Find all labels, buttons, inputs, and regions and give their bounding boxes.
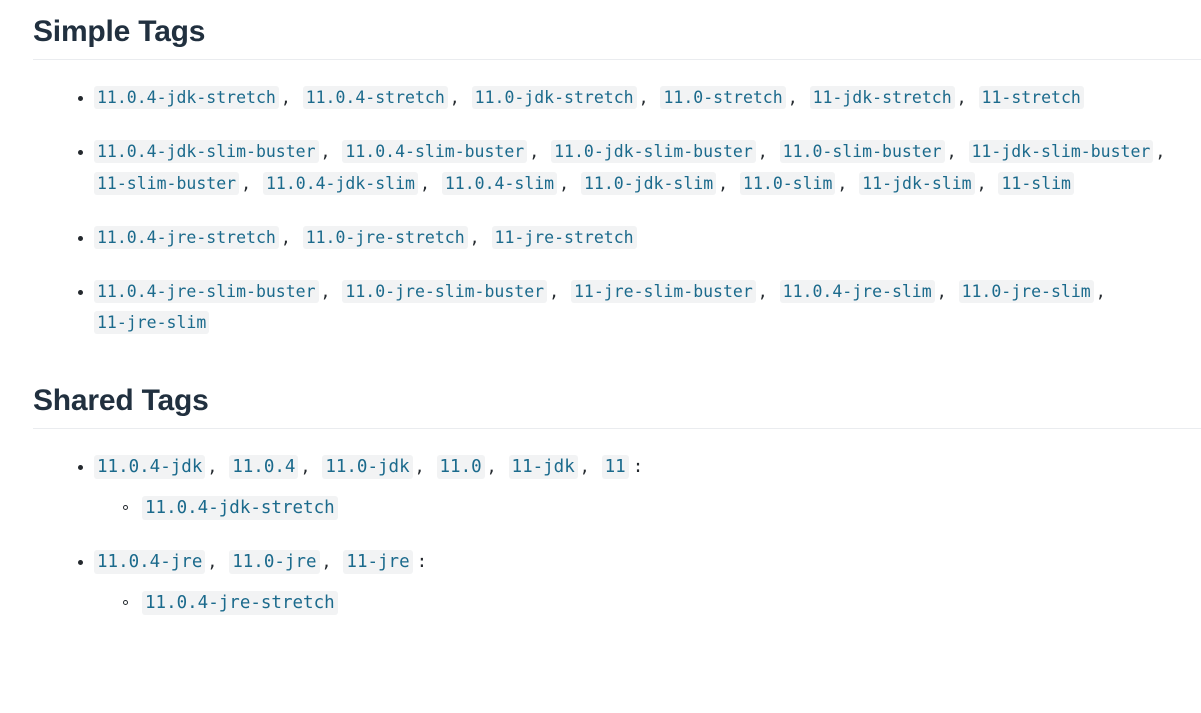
list-item: 11.0.4-jdk-stretch — [94, 493, 1201, 524]
list-item: 11.0.4-jre, 11.0-jre, 11-jre: 11.0.4-jre… — [33, 546, 1201, 619]
tag-separator: , — [549, 282, 569, 301]
tag-separator: , — [280, 228, 301, 247]
tag-chip: 11-slim-buster — [94, 172, 240, 195]
list-item: 11.0.4-jdk, 11.0.4, 11.0-jdk, 11.0, 11-j… — [33, 451, 1201, 524]
tag-separator: , — [300, 457, 321, 476]
tag-chip: 11.0-jdk-slim-buster — [551, 140, 756, 163]
tag-separator: , — [976, 174, 997, 193]
tag-chip: 11.0.4-jdk-slim-buster — [94, 140, 319, 163]
tag-chip: 11.0.4-jdk-stretch — [94, 86, 279, 109]
tag-separator: , — [207, 457, 228, 476]
list-item: 11.0.4-jdk-slim-buster, 11.0.4-slim-bust… — [33, 136, 1201, 200]
tag-chip: 11 — [601, 455, 629, 479]
tag-group-colon: : — [416, 552, 428, 572]
tag-chip: 11-jre — [343, 550, 413, 574]
shared-tag-group-0: 11.0.4-jdk, 11.0.4, 11.0-jdk, 11.0, 11-j… — [94, 455, 644, 479]
tag-separator: , — [757, 282, 778, 301]
tag-chip: 11.0-slim-buster — [779, 140, 945, 163]
tag-chip: 11-jre-slim-buster — [570, 280, 756, 303]
tag-chip: 11.0.4-jdk — [94, 455, 206, 479]
tag-separator: , — [946, 142, 967, 161]
tag-chip: 11.0.4-jdk-slim — [262, 172, 418, 195]
tag-separator: , — [449, 88, 470, 107]
simple-tags-list: 11.0.4-jdk-stretch, 11.0.4-stretch, 11.0… — [33, 60, 1201, 339]
shared-sub-list-0: 11.0.4-jdk-stretch — [94, 483, 1201, 524]
tag-separator: , — [419, 174, 440, 193]
tag-separator: , — [638, 88, 659, 107]
shared-tags-list: 11.0.4-jdk, 11.0.4, 11.0-jdk, 11.0, 11-j… — [33, 429, 1201, 619]
tag-chip: 11.0-jdk — [322, 455, 413, 479]
list-item: 11.0.4-jdk-stretch, 11.0.4-stretch, 11.0… — [33, 82, 1201, 114]
tag-chip: 11-jdk — [508, 455, 578, 479]
tag-chip: 11.0 — [436, 455, 485, 479]
tag-separator: , — [486, 457, 507, 476]
tag-chip: 11-jre-slim — [94, 311, 210, 334]
tag-separator: , — [1155, 142, 1166, 161]
tag-chip: 11.0.4-jdk-stretch — [142, 496, 338, 520]
tag-chip: 11.0-jre-slim — [958, 280, 1094, 303]
tag-chip: 11.0-jre-stretch — [302, 226, 468, 249]
tag-chip: 11-jdk-slim-buster — [968, 140, 1154, 163]
tag-separator: , — [280, 88, 301, 107]
tag-chip: 11-jdk-stretch — [809, 86, 955, 109]
tag-separator: , — [718, 174, 739, 193]
list-item: 11.0.4-jre-stretch, 11.0-jre-stretch, 11… — [33, 222, 1201, 254]
tag-separator: , — [469, 228, 490, 247]
tag-separator: , — [320, 282, 341, 301]
tag-group-colon: : — [632, 457, 644, 477]
tag-chip: 11-slim — [998, 172, 1074, 195]
page-title-shared-tags: Shared Tags — [33, 361, 1201, 429]
shared-tag-group-1: 11.0.4-jre, 11.0-jre, 11-jre: — [94, 550, 428, 574]
tag-separator: , — [757, 142, 778, 161]
tag-separator: , — [241, 174, 261, 193]
tag-chip: 11.0.4-jre-slim — [779, 280, 935, 303]
tag-chip: 11-jre-stretch — [491, 226, 637, 249]
tag-separator: , — [529, 142, 550, 161]
tag-separator: , — [320, 142, 341, 161]
tag-chip: 11.0.4 — [229, 455, 299, 479]
tag-separator: , — [207, 552, 228, 571]
tag-separator: , — [559, 174, 579, 193]
tag-chip: 11.0-jre-slim-buster — [342, 280, 548, 303]
tag-separator: , — [1095, 282, 1106, 301]
tag-separator: , — [787, 88, 808, 107]
tag-chip: 11.0.4-stretch — [302, 86, 448, 109]
shared-sub-list-1: 11.0.4-jre-stretch — [94, 578, 1201, 619]
tag-separator: , — [956, 88, 977, 107]
tag-chip: 11-stretch — [978, 86, 1084, 109]
tag-chip: 11.0-stretch — [660, 86, 786, 109]
tag-separator: , — [936, 282, 957, 301]
tag-chip: 11.0-jre — [229, 550, 320, 574]
tag-separator: , — [321, 552, 342, 571]
list-item: 11.0.4-jre-slim-buster, 11.0-jre-slim-bu… — [33, 276, 1201, 339]
page-title-simple-tags: Simple Tags — [33, 0, 1201, 60]
tag-chip: 11.0.4-jre-slim-buster — [94, 280, 319, 303]
tag-chip: 11.0.4-jre-stretch — [142, 591, 338, 615]
tag-chip: 11.0.4-slim — [441, 172, 558, 195]
tag-chip: 11.0.4-jre — [94, 550, 206, 574]
tag-separator: , — [414, 457, 435, 476]
tag-chip: 11.0.4-jre-stretch — [94, 226, 279, 249]
tag-chip: 11.0-jdk-stretch — [471, 86, 637, 109]
tags-page: Simple Tags 11.0.4-jdk-stretch, 11.0.4-s… — [0, 0, 1201, 619]
tag-chip: 11.0-jdk-slim — [581, 172, 717, 195]
tag-chip: 11.0-slim — [740, 172, 836, 195]
tag-separator: , — [837, 174, 858, 193]
tag-separator: , — [579, 457, 600, 476]
tag-chip: 11.0.4-slim-buster — [342, 140, 528, 163]
list-item: 11.0.4-jre-stretch — [94, 588, 1201, 619]
tag-chip: 11-jdk-slim — [859, 172, 975, 195]
